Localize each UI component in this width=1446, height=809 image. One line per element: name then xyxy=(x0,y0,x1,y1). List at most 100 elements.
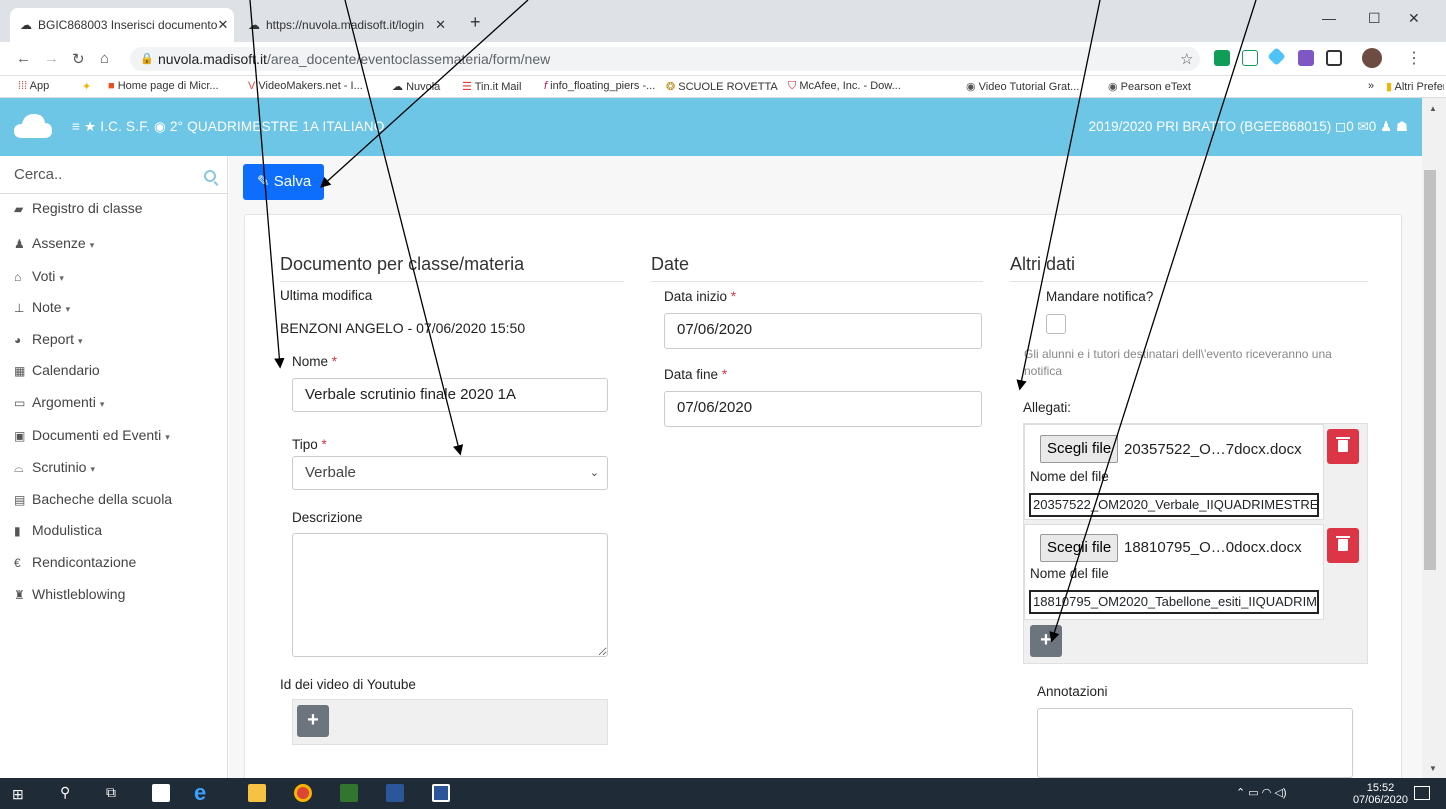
chosen-file-name: 20357522_O…7docx.docx xyxy=(1124,441,1302,458)
start-date-label: Data inizio * xyxy=(664,289,737,304)
app-header: ≡ ★ I.C. S.F. ◉ 2° QUADRIMESTRE 1A ITALI… xyxy=(0,98,1422,156)
system-tray-icons[interactable]: ⌃ ▭ ◠ ◁) xyxy=(1236,786,1287,799)
close-tab-icon[interactable]: ✕ xyxy=(435,17,446,33)
avatar[interactable] xyxy=(1362,48,1382,68)
section-title-document: Documento per classe/materia xyxy=(280,254,624,282)
file-name-input[interactable]: 20357522_OM2020_Verbale_IIQUADRIMESTRE xyxy=(1029,493,1319,517)
url-input[interactable]: 🔒 nuvola.madisoft.it/area_docente/evento… xyxy=(130,47,1200,71)
new-tab-button[interactable]: + xyxy=(470,12,481,33)
sidebar-item-rendicontazione[interactable]: € Rendicontazione xyxy=(14,554,140,570)
minimize-button[interactable]: — xyxy=(1322,10,1336,26)
other-bookmarks[interactable]: ▮ Altri Preferiti xyxy=(1386,80,1444,93)
menu-dots-icon[interactable]: ⋮ xyxy=(1406,48,1422,68)
cloud-logo-icon[interactable] xyxy=(12,110,54,142)
type-select[interactable]: Verbale ⌄ xyxy=(292,456,608,490)
project-icon[interactable] xyxy=(340,784,358,802)
word-icon[interactable] xyxy=(432,784,450,802)
pie-chart-icon: ◕ xyxy=(14,333,22,347)
notify-label: Mandare notifica? xyxy=(1046,289,1154,304)
bookmark-apps[interactable]: ⁞⁞⁞ App xyxy=(18,80,49,92)
windows-start-icon[interactable]: ⊞ xyxy=(12,786,28,802)
bookmark-item[interactable]: ❂ SCUOLE ROVETTA xyxy=(666,80,778,93)
maximize-button[interactable]: ☐ xyxy=(1368,10,1381,27)
extension-icon[interactable] xyxy=(1242,50,1258,66)
url-host: nuvola.madisoft.it xyxy=(158,51,267,67)
description-textarea[interactable] xyxy=(292,533,608,657)
browser-tab[interactable]: ☁ https://nuvola.madisoft.it/login ✕ xyxy=(238,8,456,42)
bookmarks-more[interactable]: » xyxy=(1368,80,1374,92)
scrollbar-thumb[interactable] xyxy=(1424,170,1436,570)
search-icon[interactable]: ⚲ xyxy=(60,784,70,801)
add-youtube-button[interactable]: + xyxy=(297,705,329,737)
close-window-button[interactable]: ✕ xyxy=(1408,10,1420,27)
sidebar-item-scrutinio[interactable]: ⌓ Scrutinio ▾ xyxy=(14,459,95,476)
name-input[interactable]: Verbale scrutinio finale 2020 1A xyxy=(292,378,608,412)
header-user-info[interactable]: 2019/2020 PRI BRATTO (BGEE868015) ◻0 ✉0 … xyxy=(1089,119,1408,135)
start-date-input[interactable]: 07/06/2020 xyxy=(664,313,982,349)
sidebar-item-argomenti[interactable]: ▭ Argomenti ▾ xyxy=(14,394,104,410)
save-button[interactable]: ✎ Salva xyxy=(243,164,324,200)
clock[interactable]: 15:52 07/06/2020 xyxy=(1353,782,1408,806)
sidebar-item-modulistica[interactable]: ▮ Modulistica xyxy=(14,522,106,538)
forward-icon[interactable]: → xyxy=(44,50,59,67)
delete-attachment-button[interactable] xyxy=(1327,528,1359,563)
trash-icon xyxy=(1336,437,1350,452)
notification-icon[interactable] xyxy=(1414,786,1430,800)
chrome-icon[interactable] xyxy=(294,784,312,802)
bookmark-icon[interactable]: ✦ xyxy=(82,80,91,93)
bookmark-item[interactable]: V VideoMakers.net - I... xyxy=(248,80,363,92)
sidebar-item-voti[interactable]: ⌂ Voti ▾ xyxy=(14,268,64,284)
header-context[interactable]: ≡ ★ I.C. S.F. ◉ 2° QUADRIMESTRE 1A ITALI… xyxy=(72,119,385,135)
bookmark-item[interactable]: ☰ Tin.it Mail xyxy=(462,80,521,93)
file-explorer-icon[interactable] xyxy=(248,784,266,802)
close-tab-icon[interactable]: ✕ xyxy=(217,17,228,33)
chevron-down-icon: ⌄ xyxy=(589,467,599,479)
extension-icon[interactable] xyxy=(1298,50,1314,66)
choose-file-button[interactable]: Scegli file xyxy=(1040,534,1119,562)
save-app-icon[interactable] xyxy=(386,784,404,802)
store-icon[interactable] xyxy=(152,784,170,802)
list-alt-icon: ▤ xyxy=(14,493,26,507)
add-attachment-button[interactable]: + xyxy=(1030,625,1062,657)
sidebar-item-assenze[interactable]: ♟ Assenze ▾ xyxy=(14,235,94,251)
sidebar-item-calendario[interactable]: ▦ Calendario xyxy=(14,362,104,378)
url-path: /area_docente/eventoclassemateria/form/n… xyxy=(266,51,551,67)
reload-icon[interactable]: ↻ xyxy=(72,50,85,68)
tin-icon: ☰ xyxy=(462,81,472,93)
notes-textarea[interactable] xyxy=(1037,708,1353,778)
task-view-icon[interactable]: ⧉ xyxy=(106,784,116,801)
sidebar-item-whistleblowing[interactable]: ♜ Whistleblowing xyxy=(14,586,129,602)
extension-icon[interactable] xyxy=(1326,50,1342,66)
extension-icon[interactable] xyxy=(1214,50,1230,66)
browser-tab-strip: ☁ BGIC868003 Inserisci documento ✕ ☁ htt… xyxy=(0,0,1446,42)
choose-file-button[interactable]: Scegli file xyxy=(1040,435,1119,463)
bookmark-item[interactable]: ☁ Nuvola xyxy=(392,80,440,93)
file-name-input[interactable]: 18810795_OM2020_Tabellone_esiti_IIQUADRI… xyxy=(1029,590,1319,614)
search-input[interactable]: Cerca.. xyxy=(0,156,228,194)
bookmark-item[interactable]: ⛉ McAfee, Inc. - Dow... xyxy=(788,80,901,93)
end-date-input[interactable]: 07/06/2020 xyxy=(664,391,982,427)
tab-title: https://nuvola.madisoft.it/login xyxy=(266,18,425,32)
search-icon[interactable] xyxy=(204,170,216,182)
bookmark-item[interactable]: ◉ Pearson eText xyxy=(1108,80,1191,93)
bookmark-item[interactable]: ■ Home page di Micr... xyxy=(108,80,219,92)
notify-checkbox[interactable] xyxy=(1046,314,1066,334)
sidebar-item-documenti[interactable]: ▣ Documenti ed Eventi ▾ xyxy=(14,427,170,443)
bookmark-item[interactable]: ◉ Video Tutorial Grat... xyxy=(966,80,1079,93)
sidebar-item-registro[interactable]: ▰ Registro di classe xyxy=(14,200,147,216)
edge-icon[interactable]: e xyxy=(194,780,206,806)
trash-icon xyxy=(1336,536,1350,551)
back-icon[interactable]: ← xyxy=(16,50,31,67)
scroll-down-icon[interactable]: ▼ xyxy=(1429,764,1437,773)
scroll-up-icon[interactable]: ▲ xyxy=(1429,104,1437,113)
delete-attachment-button[interactable] xyxy=(1327,429,1359,464)
star-icon[interactable]: ☆ xyxy=(1180,50,1193,68)
browser-tab-active[interactable]: ☁ BGIC868003 Inserisci documento ✕ xyxy=(10,8,234,42)
edit-icon: ✎ xyxy=(257,173,270,190)
sidebar-item-note[interactable]: ⊥ Note ▾ xyxy=(14,299,70,315)
sidebar-item-report[interactable]: ◕ Report ▾ xyxy=(14,331,83,347)
home-icon[interactable]: ⌂ xyxy=(100,50,109,67)
clock-date: 07/06/2020 xyxy=(1352,794,1408,806)
bookmark-item[interactable]: f info_floating_piers -... xyxy=(544,80,655,92)
sidebar-item-bacheche[interactable]: ▤ Bacheche della scuola xyxy=(14,491,176,507)
